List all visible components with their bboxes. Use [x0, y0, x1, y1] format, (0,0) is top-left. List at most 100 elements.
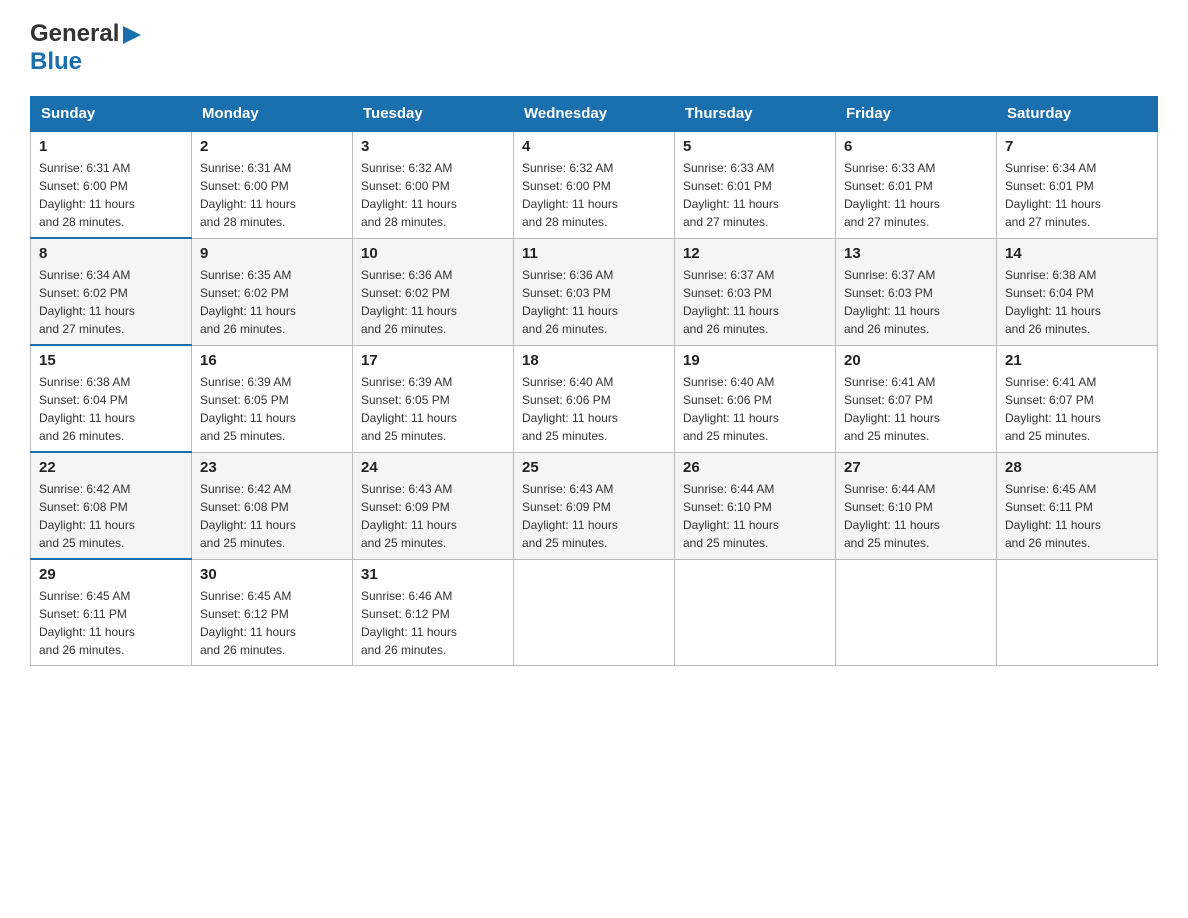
day-number: 25 — [522, 459, 666, 476]
calendar-week-row: 15 Sunrise: 6:38 AMSunset: 6:04 PMDayligh… — [31, 345, 1158, 452]
day-number: 15 — [39, 352, 183, 369]
calendar-day-cell: 29Sunrise: 6:45 AMSunset: 6:11 PMDayligh… — [31, 559, 192, 666]
calendar-day-cell: 9 Sunrise: 6:35 AMSunset: 6:02 PMDaylight… — [192, 238, 353, 345]
logo-arrow-icon — [121, 24, 143, 46]
day-info: Sunrise: 6:37 AMSunset: 6:03 PMDaylight:… — [683, 266, 827, 338]
day-info: Sunrise: 6:38 AMSunset: 6:04 PMDaylight:… — [1005, 266, 1149, 338]
calendar-week-row: 29Sunrise: 6:45 AMSunset: 6:11 PMDayligh… — [31, 559, 1158, 666]
calendar-day-cell: 12 Sunrise: 6:37 AMSunset: 6:03 PMDayligh… — [675, 238, 836, 345]
day-info: Sunrise: 6:39 AMSunset: 6:05 PMDaylight:… — [361, 373, 505, 445]
calendar-day-cell: 16Sunrise: 6:39 AMSunset: 6:05 PMDayligh… — [192, 345, 353, 452]
col-header-friday: Friday — [836, 97, 997, 132]
empty-day-cell — [514, 559, 675, 666]
logo-blue-text: Blue — [30, 48, 82, 75]
day-info: Sunrise: 6:40 AMSunset: 6:06 PMDaylight:… — [683, 373, 827, 445]
calendar-week-row: 22Sunrise: 6:42 AMSunset: 6:08 PMDayligh… — [31, 452, 1158, 559]
calendar-day-cell: 11Sunrise: 6:36 AMSunset: 6:03 PMDayligh… — [514, 238, 675, 345]
day-info: Sunrise: 6:46 AMSunset: 6:12 PMDaylight:… — [361, 587, 505, 659]
day-info: Sunrise: 6:38 AMSunset: 6:04 PMDaylight:… — [39, 373, 183, 445]
day-info: Sunrise: 6:31 AMSunset: 6:00 PMDaylight:… — [200, 159, 344, 231]
calendar-day-cell: 22Sunrise: 6:42 AMSunset: 6:08 PMDayligh… — [31, 452, 192, 559]
calendar-week-row: 1 Sunrise: 6:31 AMSunset: 6:00 PMDaylight… — [31, 131, 1158, 238]
day-number: 21 — [1005, 352, 1149, 369]
header-row: SundayMondayTuesdayWednesdayThursdayFrid… — [31, 97, 1158, 132]
day-number: 5 — [683, 138, 827, 155]
day-number: 13 — [844, 245, 988, 262]
empty-day-cell — [836, 559, 997, 666]
calendar-day-cell: 14 Sunrise: 6:38 AMSunset: 6:04 PMDayligh… — [997, 238, 1158, 345]
calendar-day-cell: 23 Sunrise: 6:42 AMSunset: 6:08 PMDayligh… — [192, 452, 353, 559]
day-number: 2 — [200, 138, 344, 155]
day-info: Sunrise: 6:35 AMSunset: 6:02 PMDaylight:… — [200, 266, 344, 338]
calendar-day-cell: 2 Sunrise: 6:31 AMSunset: 6:00 PMDaylight… — [192, 131, 353, 238]
day-info: Sunrise: 6:37 AMSunset: 6:03 PMDaylight:… — [844, 266, 988, 338]
day-info: Sunrise: 6:45 AMSunset: 6:11 PMDaylight:… — [39, 587, 183, 659]
calendar-day-cell: 5 Sunrise: 6:33 AMSunset: 6:01 PMDaylight… — [675, 131, 836, 238]
day-number: 28 — [1005, 459, 1149, 476]
calendar-day-cell: 19 Sunrise: 6:40 AMSunset: 6:06 PMDayligh… — [675, 345, 836, 452]
logo-general-text: General — [30, 20, 119, 48]
day-info: Sunrise: 6:36 AMSunset: 6:02 PMDaylight:… — [361, 266, 505, 338]
calendar-day-cell: 8 Sunrise: 6:34 AMSunset: 6:02 PMDaylight… — [31, 238, 192, 345]
calendar-day-cell: 30Sunrise: 6:45 AMSunset: 6:12 PMDayligh… — [192, 559, 353, 666]
day-info: Sunrise: 6:44 AMSunset: 6:10 PMDaylight:… — [683, 480, 827, 552]
day-info: Sunrise: 6:45 AMSunset: 6:11 PMDaylight:… — [1005, 480, 1149, 552]
day-info: Sunrise: 6:31 AMSunset: 6:00 PMDaylight:… — [39, 159, 183, 231]
day-number: 16 — [200, 352, 344, 369]
day-info: Sunrise: 6:34 AMSunset: 6:01 PMDaylight:… — [1005, 159, 1149, 231]
day-number: 20 — [844, 352, 988, 369]
day-info: Sunrise: 6:42 AMSunset: 6:08 PMDaylight:… — [200, 480, 344, 552]
day-number: 6 — [844, 138, 988, 155]
calendar-week-row: 8 Sunrise: 6:34 AMSunset: 6:02 PMDaylight… — [31, 238, 1158, 345]
col-header-monday: Monday — [192, 97, 353, 132]
day-number: 1 — [39, 138, 183, 155]
day-number: 3 — [361, 138, 505, 155]
day-info: Sunrise: 6:34 AMSunset: 6:02 PMDaylight:… — [39, 266, 183, 338]
day-info: Sunrise: 6:40 AMSunset: 6:06 PMDaylight:… — [522, 373, 666, 445]
calendar-day-cell: 31 Sunrise: 6:46 AMSunset: 6:12 PMDayligh… — [353, 559, 514, 666]
day-info: Sunrise: 6:41 AMSunset: 6:07 PMDaylight:… — [844, 373, 988, 445]
calendar-day-cell: 10Sunrise: 6:36 AMSunset: 6:02 PMDayligh… — [353, 238, 514, 345]
day-number: 11 — [522, 245, 666, 262]
calendar-day-cell: 20 Sunrise: 6:41 AMSunset: 6:07 PMDayligh… — [836, 345, 997, 452]
calendar-day-cell: 26Sunrise: 6:44 AMSunset: 6:10 PMDayligh… — [675, 452, 836, 559]
day-info: Sunrise: 6:33 AMSunset: 6:01 PMDaylight:… — [683, 159, 827, 231]
calendar-day-cell: 1 Sunrise: 6:31 AMSunset: 6:00 PMDaylight… — [31, 131, 192, 238]
calendar-day-cell: 18 Sunrise: 6:40 AMSunset: 6:06 PMDayligh… — [514, 345, 675, 452]
calendar-day-cell: 28 Sunrise: 6:45 AMSunset: 6:11 PMDayligh… — [997, 452, 1158, 559]
day-info: Sunrise: 6:32 AMSunset: 6:00 PMDaylight:… — [522, 159, 666, 231]
calendar-day-cell: 27Sunrise: 6:44 AMSunset: 6:10 PMDayligh… — [836, 452, 997, 559]
day-number: 17 — [361, 352, 505, 369]
calendar-day-cell: 4 Sunrise: 6:32 AMSunset: 6:00 PMDaylight… — [514, 131, 675, 238]
empty-day-cell — [997, 559, 1158, 666]
col-header-saturday: Saturday — [997, 97, 1158, 132]
day-number: 8 — [39, 245, 183, 262]
day-number: 19 — [683, 352, 827, 369]
day-info: Sunrise: 6:32 AMSunset: 6:00 PMDaylight:… — [361, 159, 505, 231]
day-number: 18 — [522, 352, 666, 369]
day-info: Sunrise: 6:33 AMSunset: 6:01 PMDaylight:… — [844, 159, 988, 231]
day-number: 7 — [1005, 138, 1149, 155]
day-info: Sunrise: 6:43 AMSunset: 6:09 PMDaylight:… — [522, 480, 666, 552]
calendar-day-cell: 25 Sunrise: 6:43 AMSunset: 6:09 PMDayligh… — [514, 452, 675, 559]
calendar-day-cell: 24Sunrise: 6:43 AMSunset: 6:09 PMDayligh… — [353, 452, 514, 559]
calendar-day-cell: 3 Sunrise: 6:32 AMSunset: 6:00 PMDaylight… — [353, 131, 514, 238]
calendar-day-cell: 17 Sunrise: 6:39 AMSunset: 6:05 PMDayligh… — [353, 345, 514, 452]
day-number: 27 — [844, 459, 988, 476]
day-number: 4 — [522, 138, 666, 155]
day-number: 14 — [1005, 245, 1149, 262]
col-header-wednesday: Wednesday — [514, 97, 675, 132]
day-number: 23 — [200, 459, 344, 476]
calendar-day-cell: 21Sunrise: 6:41 AMSunset: 6:07 PMDayligh… — [997, 345, 1158, 452]
col-header-thursday: Thursday — [675, 97, 836, 132]
calendar-day-cell: 6 Sunrise: 6:33 AMSunset: 6:01 PMDaylight… — [836, 131, 997, 238]
logo: General Blue — [30, 20, 143, 76]
page-header: General Blue — [30, 20, 1158, 76]
calendar-day-cell: 15 Sunrise: 6:38 AMSunset: 6:04 PMDayligh… — [31, 345, 192, 452]
calendar-day-cell: 13 Sunrise: 6:37 AMSunset: 6:03 PMDayligh… — [836, 238, 997, 345]
col-header-sunday: Sunday — [31, 97, 192, 132]
day-number: 31 — [361, 566, 505, 583]
day-number: 12 — [683, 245, 827, 262]
day-number: 9 — [200, 245, 344, 262]
day-info: Sunrise: 6:42 AMSunset: 6:08 PMDaylight:… — [39, 480, 183, 552]
